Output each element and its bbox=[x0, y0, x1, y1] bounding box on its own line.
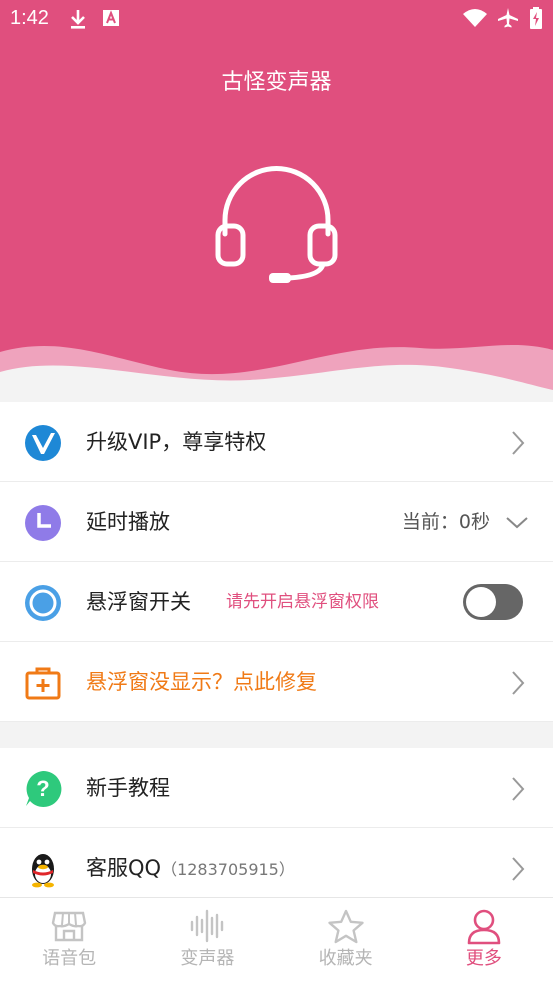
help-icon: ? bbox=[26, 770, 62, 807]
nav-label-voice-changer: 变声器 bbox=[180, 948, 235, 969]
nav-voice-pack[interactable]: 语音包 bbox=[0, 898, 138, 984]
nav-label-voice-pack: 语音包 bbox=[42, 948, 97, 969]
vip-row[interactable]: 升级VIP，尊享特权 bbox=[0, 402, 553, 482]
toggle-knob bbox=[466, 587, 496, 617]
airplane-icon bbox=[498, 8, 518, 28]
app-title: 古怪变声器 bbox=[221, 70, 332, 95]
status-time: 1:42 bbox=[10, 7, 49, 29]
nav-label-more: 更多 bbox=[465, 948, 502, 969]
fix-float-window-label: 悬浮窗没显示？点此修复 bbox=[86, 670, 317, 694]
float-window-toggle[interactable] bbox=[463, 584, 523, 620]
vip-label: 升级VIP，尊享特权 bbox=[86, 430, 267, 454]
chevron-right-icon bbox=[512, 857, 525, 881]
float-window-switch-row: 悬浮窗开关 请先开启悬浮窗权限 bbox=[0, 562, 553, 642]
tutorial-label: 新手教程 bbox=[86, 776, 170, 800]
chevron-right-icon bbox=[512, 431, 525, 455]
fix-float-window-row[interactable]: 悬浮窗没显示？点此修复 bbox=[0, 642, 553, 722]
nav-label-favorites: 收藏夹 bbox=[318, 948, 373, 969]
nav-voice-changer[interactable]: 变声器 bbox=[138, 898, 276, 984]
status-bar: 1:42 bbox=[0, 0, 553, 40]
header-banner: 1:42 古怪变声器 bbox=[0, 0, 553, 402]
clock-icon bbox=[25, 505, 61, 541]
vip-icon bbox=[25, 425, 61, 461]
download-icon bbox=[71, 10, 85, 29]
star-icon bbox=[327, 909, 364, 944]
settings-list: 升级VIP，尊享特权 延时播放 当前：0秒 悬浮窗开关 请先开启悬浮窗权限 悬浮… bbox=[0, 402, 553, 908]
header-waves bbox=[0, 345, 553, 402]
nav-favorites[interactable]: 收藏夹 bbox=[277, 898, 415, 984]
wifi-icon bbox=[463, 9, 487, 27]
circle-icon bbox=[25, 585, 61, 621]
delay-play-row[interactable]: 延时播放 当前：0秒 bbox=[0, 482, 553, 562]
chevron-down-icon[interactable] bbox=[505, 510, 529, 536]
permission-hint: 请先开启悬浮窗权限 bbox=[226, 592, 379, 612]
delay-value: 当前：0秒 bbox=[401, 511, 490, 533]
chevron-right-icon bbox=[512, 671, 525, 695]
bottom-nav: 语音包 变声器 收藏夹 更多 bbox=[0, 897, 553, 984]
tutorial-row[interactable]: ? 新手教程 bbox=[0, 748, 553, 828]
nav-more[interactable]: 更多 bbox=[415, 898, 553, 984]
chevron-right-icon bbox=[512, 777, 525, 801]
battery-icon bbox=[530, 7, 542, 29]
float-window-label: 悬浮窗开关 bbox=[86, 590, 191, 614]
svg-text:?: ? bbox=[36, 776, 49, 801]
service-title: 客服QQ bbox=[86, 856, 162, 880]
first-aid-icon bbox=[25, 667, 61, 700]
shop-icon bbox=[51, 911, 87, 942]
app-notification-icon bbox=[103, 10, 119, 26]
qq-penguin-icon bbox=[32, 854, 54, 888]
delay-play-label: 延时播放 bbox=[86, 510, 170, 534]
person-icon bbox=[467, 909, 501, 945]
service-qq-number: （1283705915） bbox=[161, 860, 295, 879]
headphones-icon bbox=[215, 166, 338, 283]
customer-service-row[interactable]: 客服QQ（1283705915） bbox=[0, 828, 553, 908]
section-divider bbox=[0, 722, 553, 748]
sound-wave-icon bbox=[191, 909, 224, 943]
